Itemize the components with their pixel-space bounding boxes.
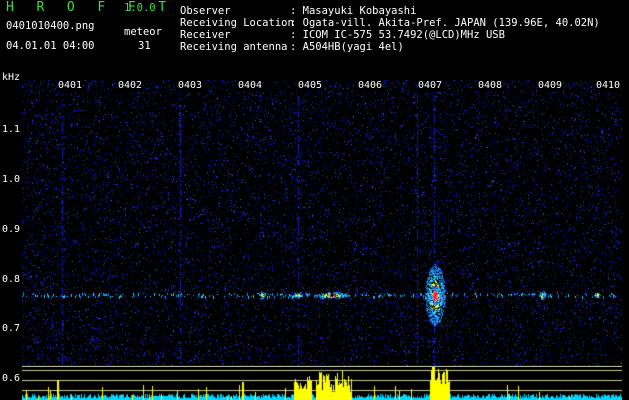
frequency-unit-label: kHz [2, 72, 21, 83]
y-tick-0.7: 0.7 [1, 323, 20, 334]
image-filename: 0401010400.png [6, 20, 95, 32]
receiver-label: Receiver [180, 29, 231, 41]
x-tick-0406: 0406 [357, 80, 384, 92]
observer-label: Observer [180, 5, 231, 17]
y-tick-1.0: 1.0 [1, 174, 20, 185]
location-label: Receiving Location [180, 17, 294, 29]
y-tick-0.9: 0.9 [1, 224, 20, 235]
x-tick-0404: 0404 [237, 80, 264, 92]
y-tick-0.8: 0.8 [1, 274, 20, 285]
x-tick-0402: 0402 [117, 80, 144, 92]
antenna-label: Receiving antenna [180, 41, 288, 53]
spectrogram-canvas [22, 80, 622, 367]
observer-value: : Masayuki Kobayashi [290, 5, 417, 17]
antenna-value: : A504HB(yagi 4el) [290, 41, 404, 53]
meteor-label: meteor [124, 26, 162, 38]
receiver-value: : ICOM IC-575 53.7492(@LCD)MHz USB [290, 29, 505, 41]
x-tick-0410: 0410 [595, 80, 622, 92]
meteor-count: 31 [138, 40, 151, 52]
x-tick-0408: 0408 [477, 80, 504, 92]
x-tick-0409: 0409 [537, 80, 564, 92]
x-tick-0407: 0407 [417, 80, 444, 92]
x-tick-0401: 0401 [57, 80, 84, 92]
y-tick-0.6: 0.6 [1, 373, 20, 384]
signal-level-graph [22, 367, 622, 400]
y-tick-1.1: 1.1 [1, 124, 20, 135]
x-tick-0403: 0403 [177, 80, 204, 92]
location-value: : Ogata-vill. Akita-Pref. JAPAN (139.96E… [290, 17, 600, 29]
x-tick-0405: 0405 [297, 80, 324, 92]
app-version: 1.0.0 [124, 2, 156, 14]
observation-datetime: 04.01.01 04:00 [6, 40, 95, 52]
hrofft-spectrogram-window: H R O F F T 1.0.0 0401010400.png meteor … [0, 0, 629, 400]
